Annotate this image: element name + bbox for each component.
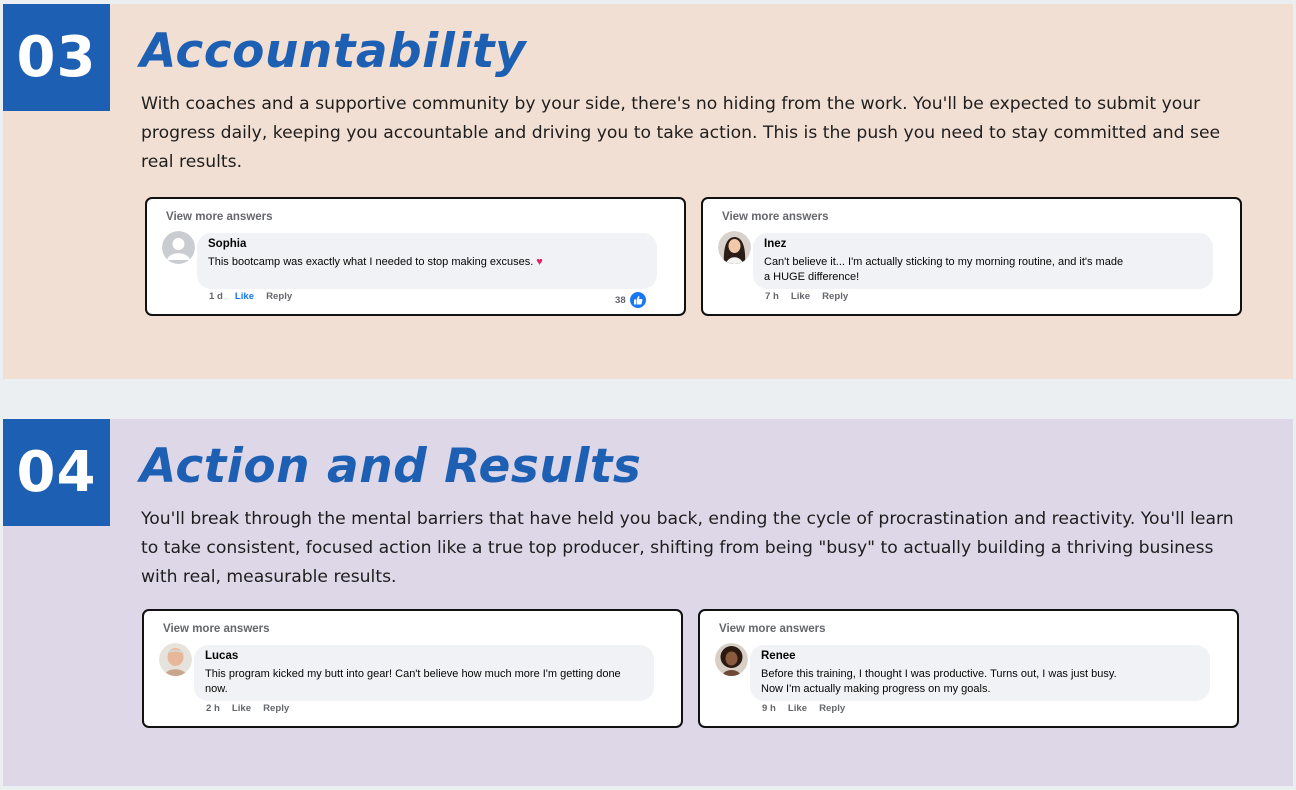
comment-timestamp: 2 h <box>206 703 220 714</box>
comment-card-sophia: View more answers Sophia This bootcamp w… <box>145 197 686 316</box>
comment-bubble: Lucas This program kicked my butt into g… <box>194 645 654 701</box>
renee-photo-icon <box>715 643 748 676</box>
section-number-badge: 04 <box>3 419 110 526</box>
comment-text: Can't believe it... I'm actually stickin… <box>764 256 1124 283</box>
comment-meta: 1 d Like Reply <box>209 291 292 302</box>
comment-author[interactable]: Inez <box>764 238 1213 250</box>
comment-author[interactable]: Renee <box>761 650 1210 662</box>
comment-meta: 9 h Like Reply <box>762 703 845 714</box>
comment-author[interactable]: Lucas <box>205 650 654 662</box>
avatar-lucas <box>159 643 192 676</box>
reply-button[interactable]: Reply <box>266 291 292 302</box>
reply-button[interactable]: Reply <box>819 703 845 714</box>
default-avatar-icon <box>162 231 195 264</box>
like-button[interactable]: Like <box>235 291 254 302</box>
comment-author[interactable]: Sophia <box>208 238 657 250</box>
view-more-answers-link[interactable]: View more answers <box>163 623 270 635</box>
comment-text: Before this training, I thought I was pr… <box>761 668 1117 695</box>
like-button[interactable]: Like <box>788 703 807 714</box>
comment-meta: 7 h Like Reply <box>765 291 848 302</box>
comment-bubble: Sophia This bootcamp was exactly what I … <box>197 233 657 289</box>
comment-text-content: This bootcamp was exactly what I needed … <box>208 256 534 268</box>
like-button[interactable]: Like <box>232 703 251 714</box>
reply-button[interactable]: Reply <box>263 703 289 714</box>
avatar-sophia <box>162 231 195 264</box>
comment-card-renee: View more answers Renee Before this trai… <box>698 609 1239 728</box>
like-thumb-icon <box>629 292 646 308</box>
section-title: Accountability <box>140 24 527 79</box>
like-button[interactable]: Like <box>791 291 810 302</box>
comment-timestamp: 7 h <box>765 291 779 302</box>
reaction-count: 38 <box>615 294 626 306</box>
comment-timestamp: 1 d <box>209 291 223 302</box>
section-accountability: 03 Accountability With coaches and a sup… <box>3 4 1293 379</box>
comment-meta: 2 h Like Reply <box>206 703 289 714</box>
view-more-answers-link[interactable]: View more answers <box>722 211 829 223</box>
heart-icon: ♥ <box>536 256 543 268</box>
inez-photo-icon <box>718 231 751 264</box>
comment-card-inez: View more answers Inez Can't believe it.… <box>701 197 1242 316</box>
section-description: With coaches and a supportive community … <box>141 94 1221 172</box>
view-more-answers-link[interactable]: View more answers <box>166 211 273 223</box>
avatar-inez <box>718 231 751 264</box>
section-action-and-results: 04 Action and Results You'll break throu… <box>3 419 1293 786</box>
comment-card-lucas: View more answers Lucas This program kic… <box>142 609 683 728</box>
section-description: You'll break through the mental barriers… <box>141 509 1234 587</box>
reply-button[interactable]: Reply <box>822 291 848 302</box>
comment-bubble: Renee Before this training, I thought I … <box>750 645 1210 701</box>
lucas-photo-icon <box>159 643 192 676</box>
comment-text: This program kicked my butt into gear! C… <box>205 668 621 695</box>
reaction-summary[interactable]: 38 <box>615 292 646 308</box>
comment-timestamp: 9 h <box>762 703 776 714</box>
avatar-renee <box>715 643 748 676</box>
comment-bubble: Inez Can't believe it... I'm actually st… <box>753 233 1213 289</box>
section-title: Action and Results <box>140 439 642 494</box>
section-number-badge: 03 <box>3 4 110 111</box>
comment-text: This bootcamp was exactly what I needed … <box>208 255 608 270</box>
view-more-answers-link[interactable]: View more answers <box>719 623 826 635</box>
